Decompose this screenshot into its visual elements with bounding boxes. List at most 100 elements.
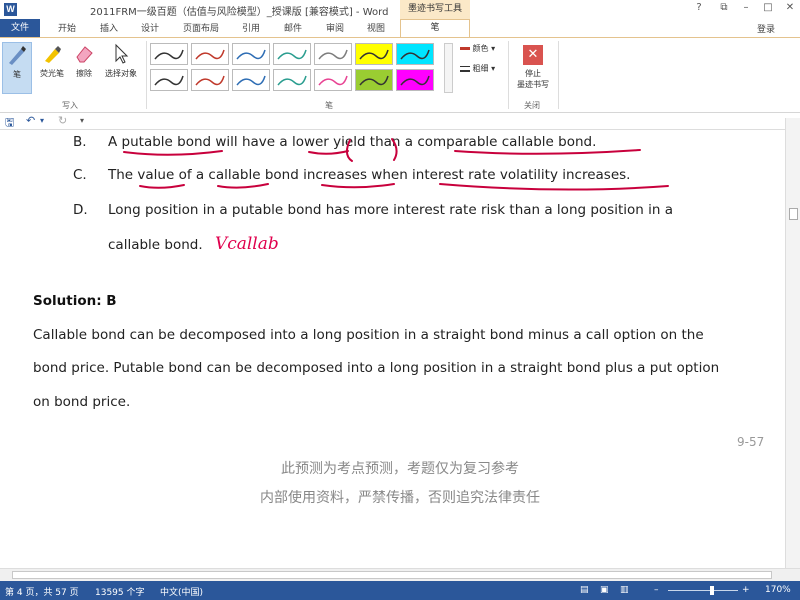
status-bar: 第 4 页，共 57 页 13595 个字 中文(中国) ▤ ▣ ▥ – + 1… bbox=[0, 581, 800, 600]
pen-swatch[interactable] bbox=[355, 43, 393, 65]
ribbon-separator bbox=[558, 41, 559, 109]
highlighter-icon bbox=[45, 46, 61, 63]
solution-heading: Solution: B bbox=[33, 293, 117, 309]
color-icon bbox=[460, 47, 470, 50]
document-title: 2011FRM一级百题（估值与风险模型）_授课版 [兼容模式] - Word bbox=[90, 7, 389, 18]
explanation-line: on bond price. bbox=[33, 394, 131, 410]
vertical-scroll-thumb[interactable] bbox=[789, 208, 798, 220]
web-layout-icon[interactable]: ▥ bbox=[620, 585, 629, 595]
tab-home[interactable]: 开始 bbox=[58, 21, 76, 34]
pen-swatch[interactable] bbox=[314, 43, 352, 65]
select-objects-button[interactable]: 选择对象 bbox=[100, 42, 142, 79]
tab-review[interactable]: 审阅 bbox=[326, 21, 344, 34]
zoom-level[interactable]: 170% bbox=[765, 585, 791, 595]
page-number: 9-57 bbox=[737, 435, 765, 449]
ink-annotation: Vcallab bbox=[214, 234, 279, 254]
tab-page-layout[interactable]: 页面布局 bbox=[183, 21, 219, 34]
explanation-line: Callable bond can be decomposed into a l… bbox=[33, 327, 704, 343]
thickness-label: 粗细 bbox=[472, 64, 489, 73]
undo-dropdown-icon[interactable]: ▾ bbox=[40, 116, 44, 125]
thickness-icon bbox=[460, 65, 470, 72]
pen-swatch[interactable] bbox=[232, 43, 270, 65]
pen-stroke-icon bbox=[318, 75, 348, 86]
title-bar: W 2011FRM一级百题（估值与风险模型）_授课版 [兼容模式] - Word… bbox=[0, 0, 800, 19]
pen-gallery bbox=[150, 43, 450, 93]
thickness-dropdown[interactable]: 粗细 ▾ bbox=[460, 63, 495, 74]
horizontal-scrollbar[interactable] bbox=[0, 568, 800, 581]
tab-insert[interactable]: 插入 bbox=[100, 21, 118, 34]
ribbon-separator bbox=[508, 41, 509, 109]
pen-tool-button[interactable]: 笔 bbox=[2, 42, 32, 94]
pen-stroke-icon bbox=[154, 49, 184, 60]
gallery-more-button[interactable] bbox=[444, 43, 453, 93]
tab-references[interactable]: 引用 bbox=[242, 21, 260, 34]
pen-swatch[interactable] bbox=[273, 43, 311, 65]
ribbon-display-icon[interactable]: ⧉ bbox=[713, 2, 735, 13]
pen-swatch[interactable] bbox=[273, 69, 311, 91]
option-d-continued: callable bond. Vcallab bbox=[73, 234, 279, 254]
help-icon[interactable]: ? bbox=[688, 2, 710, 13]
redo-icon[interactable]: ↻ bbox=[58, 114, 67, 127]
maximize-button[interactable]: □ bbox=[757, 2, 779, 13]
option-text: The value of a callable bond increases w… bbox=[108, 167, 631, 183]
pen-stroke-icon bbox=[359, 75, 389, 86]
page-count[interactable]: 第 4 页，共 57 页 bbox=[5, 585, 79, 598]
ribbon: 笔 荧光笔 擦除 选择对象 写入 颜色 ▾ 粗细 ▾ 笔 ✕ 停止 墨迹书写 关… bbox=[0, 37, 800, 113]
tab-file[interactable]: 文件 bbox=[0, 19, 40, 37]
undo-icon[interactable]: ↶ bbox=[26, 114, 35, 127]
eraser-tool-button[interactable]: 擦除 bbox=[68, 42, 100, 79]
pen-swatch[interactable] bbox=[355, 69, 393, 91]
word-count[interactable]: 13595 个字 bbox=[95, 585, 145, 598]
zoom-out-icon[interactable]: – bbox=[654, 585, 659, 595]
zoom-slider[interactable] bbox=[668, 590, 738, 591]
pen-swatch[interactable] bbox=[232, 69, 270, 91]
pen-icon bbox=[9, 46, 26, 65]
pen-swatch[interactable] bbox=[191, 43, 229, 65]
print-layout-icon[interactable]: ▣ bbox=[600, 585, 609, 595]
zoom-slider-thumb[interactable] bbox=[710, 586, 714, 595]
close-button[interactable]: ✕ bbox=[779, 2, 800, 13]
pen-swatch[interactable] bbox=[396, 69, 434, 91]
customize-qat-icon[interactable]: ▾ bbox=[80, 116, 84, 125]
pen-stroke-icon bbox=[359, 49, 389, 60]
color-dropdown[interactable]: 颜色 ▾ bbox=[460, 43, 495, 54]
tab-pen[interactable]: 笔 bbox=[400, 19, 470, 37]
document-page[interactable]: B. A putable bond will have a lower yield… bbox=[0, 130, 800, 568]
tab-view[interactable]: 视图 bbox=[367, 21, 385, 34]
pen-swatch[interactable] bbox=[396, 43, 434, 65]
option-letter: C. bbox=[73, 167, 87, 183]
pen-swatch[interactable] bbox=[150, 69, 188, 91]
tab-design[interactable]: 设计 bbox=[141, 21, 159, 34]
pen-stroke-icon bbox=[318, 49, 348, 60]
cursor-icon bbox=[115, 43, 129, 64]
stop-inking-button[interactable]: ✕ 停止 墨迹书写 bbox=[513, 41, 553, 90]
eraser-icon bbox=[76, 46, 93, 63]
close-icon: ✕ bbox=[523, 45, 543, 65]
highlighter-tool-button[interactable]: 荧光笔 bbox=[36, 42, 68, 79]
group-label-close: 关闭 bbox=[524, 101, 540, 110]
option-d: D. Long position in a putable bond has mo… bbox=[73, 202, 673, 218]
option-letter: B. bbox=[73, 134, 87, 150]
pen-stroke-icon bbox=[236, 49, 266, 60]
context-tab-title: 墨迹书写工具 bbox=[400, 0, 470, 19]
ribbon-separator bbox=[146, 41, 147, 109]
vertical-scrollbar[interactable] bbox=[785, 118, 800, 568]
option-b: B. A putable bond will have a lower yield… bbox=[73, 134, 596, 150]
color-label: 颜色 bbox=[472, 44, 489, 53]
group-label-pens: 笔 bbox=[325, 101, 333, 110]
read-mode-icon[interactable]: ▤ bbox=[580, 585, 589, 595]
stop-label-1: 停止 bbox=[525, 69, 541, 78]
minimize-button[interactable]: – bbox=[735, 2, 757, 13]
pen-swatch[interactable] bbox=[191, 69, 229, 91]
horizontal-scroll-thumb[interactable] bbox=[12, 571, 772, 579]
tab-mailings[interactable]: 邮件 bbox=[284, 21, 302, 34]
word-app-icon[interactable]: W bbox=[4, 3, 17, 16]
option-letter: D. bbox=[73, 202, 88, 218]
language-indicator[interactable]: 中文(中国) bbox=[160, 585, 203, 598]
option-text: A putable bond will have a lower yield t… bbox=[108, 134, 597, 150]
pen-swatch[interactable] bbox=[150, 43, 188, 65]
pen-swatch[interactable] bbox=[314, 69, 352, 91]
zoom-in-icon[interactable]: + bbox=[742, 585, 750, 595]
pen-stroke-icon bbox=[400, 49, 430, 60]
sign-in-link[interactable]: 登录 bbox=[757, 22, 775, 35]
